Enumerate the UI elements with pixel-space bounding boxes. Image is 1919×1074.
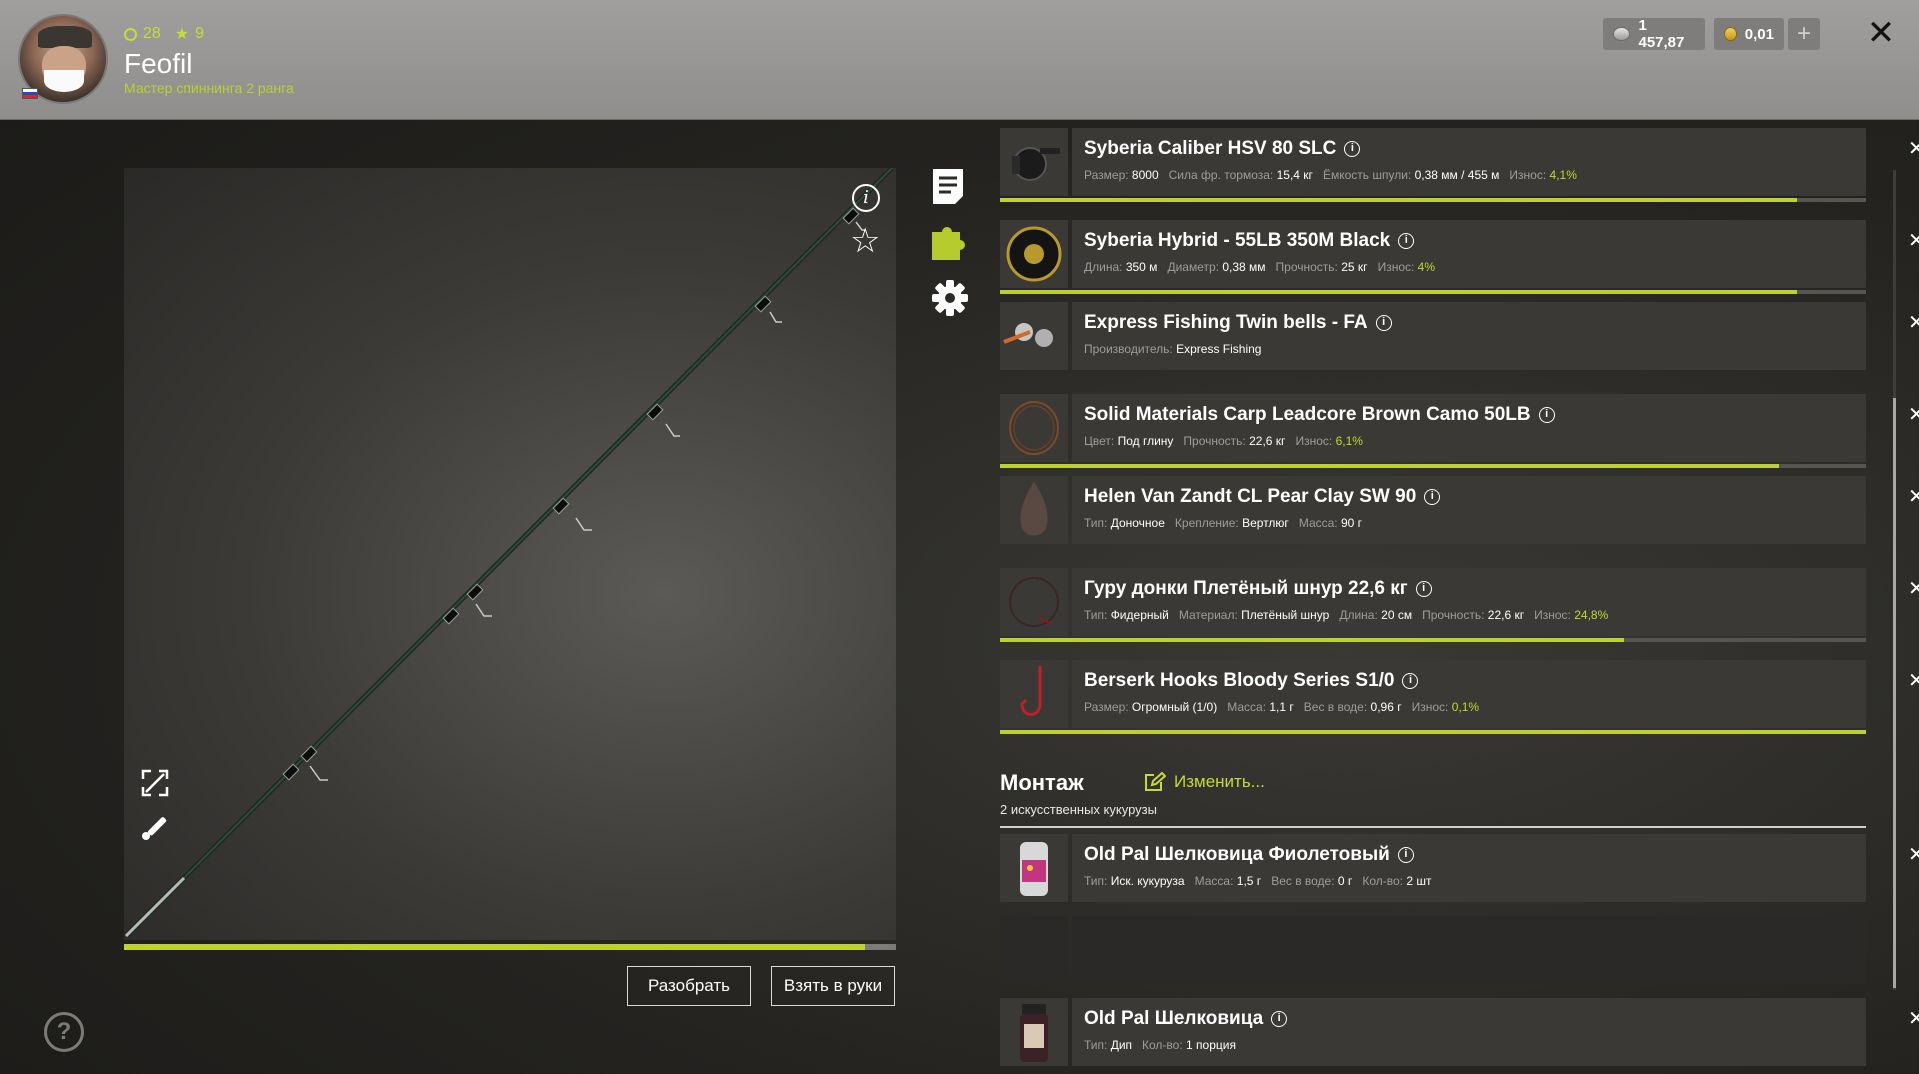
star-icon: ★ — [174, 26, 190, 43]
remove-item-button[interactable]: ✕ — [1908, 484, 1919, 509]
remove-item-button[interactable]: ✕ — [1908, 842, 1919, 867]
rod-wear-bar — [124, 944, 896, 950]
expand-icon[interactable] — [140, 768, 170, 803]
help-icon[interactable]: ? — [44, 1012, 84, 1052]
level-icon — [124, 27, 137, 41]
item-stats: Тип: Иск. кукуруза Масса: 1,5 г Вес в во… — [1084, 874, 1432, 888]
item-stats: Размер: Огромный (1/0) Масса: 1,1 г Вес … — [1084, 700, 1480, 714]
item-title: Solid Materials Carp Leadcore Brown Camo… — [1084, 404, 1555, 426]
remove-item-button[interactable]: ✕ — [1908, 136, 1919, 161]
item-stats: Длина: 350 м Диаметр: 0,38 мм Прочность:… — [1084, 260, 1436, 274]
montage-title: Монтаж — [1000, 770, 1084, 795]
item-wear-bar — [1000, 290, 1866, 294]
equipment-item-reel[interactable]: Syberia Caliber HSV 80 SLC i Размер: 8000… — [1000, 128, 1919, 202]
info-icon[interactable]: i — [1402, 673, 1419, 689]
item-title: Гуру донки Плетёный шнур 22,6 кг i — [1084, 578, 1432, 600]
notes-tab-icon[interactable] — [930, 166, 966, 206]
reel-thumbnail — [1000, 128, 1068, 196]
remove-item-button[interactable]: ✕ — [1908, 576, 1919, 601]
edit-icon — [1145, 772, 1166, 791]
equipment-item-bells[interactable]: Express Fishing Twin bells - FA i Произво… — [1000, 302, 1919, 370]
puzzle-tab-icon[interactable] — [930, 222, 966, 262]
russia-flag-icon — [22, 88, 38, 99]
empty-slot-body — [1072, 916, 1866, 984]
player-level: 28 — [143, 25, 161, 42]
paint-brush-icon[interactable] — [140, 812, 170, 847]
remove-item-button[interactable]: ✕ — [1908, 228, 1919, 253]
item-title: Syberia Caliber HSV 80 SLC i — [1084, 138, 1361, 160]
info-icon[interactable]: i — [1344, 141, 1361, 157]
info-icon[interactable]: i — [1271, 1011, 1288, 1027]
info-icon[interactable]: i — [852, 184, 880, 212]
item-stats: Размер: 8000 Сила фр. тормоза: 15,4 кг Ё… — [1084, 168, 1577, 182]
player-stars: 9 — [195, 25, 205, 42]
leader-thumbnail — [1000, 568, 1068, 636]
remove-item-button[interactable]: ✕ — [1908, 668, 1919, 693]
item-stats: Тип: Дип Кол-во: 1 порция — [1084, 1038, 1236, 1052]
dip-bottle-thumbnail — [1000, 998, 1068, 1066]
item-title: Helen Van Zandt CL Pear Clay SW 90 i — [1084, 486, 1441, 508]
info-icon[interactable]: i — [1538, 407, 1555, 423]
item-title: Berserk Hooks Bloody Series S1/0 i — [1084, 670, 1419, 692]
item-wear-bar — [1000, 198, 1866, 202]
bait-item[interactable]: Old Pal Шелковица i Тип: Дип Кол-во: 1 по… — [1000, 998, 1919, 1066]
item-stats: Цвет: Под глину Прочность: 22,6 кг Износ… — [1084, 434, 1363, 448]
item-stats: Производитель: Express Fishing — [1084, 342, 1262, 356]
disassemble-button[interactable]: Разобрать — [627, 966, 751, 1006]
item-wear-bar — [1000, 638, 1866, 642]
scrollbar-thumb[interactable] — [1893, 398, 1896, 988]
equipment-item-line[interactable]: Syberia Hybrid - 55LB 350M Black i Длина:… — [1000, 220, 1919, 294]
item-wear-bar — [1000, 464, 1866, 468]
favorite-star-icon[interactable]: ☆ — [850, 224, 880, 258]
rod-viewer[interactable] — [124, 168, 896, 940]
rod-illustration — [124, 168, 894, 938]
info-icon[interactable]: i — [1397, 847, 1414, 863]
item-stats: Тип: Доночное Крепление: Вертлюг Масса: … — [1084, 516, 1363, 530]
item-title: Old Pal Шелковица Фиолетовый i — [1084, 844, 1414, 866]
empty-slot-thumbnail — [1000, 916, 1068, 984]
bait-jar-thumbnail — [1000, 834, 1068, 902]
info-icon[interactable]: i — [1415, 581, 1432, 597]
equipment-item-leadcore[interactable]: Solid Materials Carp Leadcore Brown Camo… — [1000, 394, 1919, 468]
gear-tab-icon[interactable] — [930, 278, 968, 318]
equipment-list: Syberia Caliber HSV 80 SLC i Размер: 8000… — [1000, 0, 1919, 1074]
player-rank: Мастер спиннинга 2 ранга — [124, 80, 294, 96]
item-title: Old Pal Шелковица i — [1084, 1008, 1288, 1030]
player-name: Feofil — [124, 48, 193, 79]
equipment-item-sinker[interactable]: Helen Van Zandt CL Pear Clay SW 90 i Тип:… — [1000, 476, 1919, 544]
player-level-row: 28 ★ 9 — [124, 24, 204, 44]
item-title: Syberia Hybrid - 55LB 350M Black i — [1084, 230, 1415, 252]
info-icon[interactable]: i — [1398, 233, 1415, 249]
item-wear-bar — [1000, 730, 1866, 734]
remove-item-button[interactable]: ✕ — [1908, 310, 1919, 335]
montage-divider — [1000, 826, 1866, 828]
equipment-item-leader[interactable]: Гуру донки Плетёный шнур 22,6 кг i Тип: Ф… — [1000, 568, 1919, 642]
remove-item-button[interactable]: ✕ — [1908, 402, 1919, 427]
montage-subtitle: 2 искусственных кукурузы — [1000, 802, 1157, 817]
sinker-thumbnail — [1000, 476, 1068, 544]
leadcore-thumbnail — [1000, 394, 1068, 462]
remove-item-button[interactable]: ✕ — [1908, 1006, 1919, 1031]
info-icon[interactable]: i — [1424, 489, 1441, 505]
item-title: Express Fishing Twin bells - FA i — [1084, 312, 1392, 334]
line-spool-thumbnail — [1000, 220, 1068, 288]
equipment-item-hook[interactable]: Berserk Hooks Bloody Series S1/0 i Размер… — [1000, 660, 1919, 734]
empty-bait-slot[interactable] — [1000, 916, 1866, 984]
info-icon[interactable]: i — [1375, 315, 1392, 331]
item-stats: Тип: Фидерный Материал: Плетёный шнур Дл… — [1084, 608, 1609, 622]
take-in-hands-button[interactable]: Взять в руки — [771, 966, 895, 1006]
montage-edit-link[interactable]: Изменить... — [1144, 772, 1265, 792]
hook-thumbnail — [1000, 660, 1068, 728]
bait-item[interactable]: Old Pal Шелковица Фиолетовый i Тип: Иск. … — [1000, 834, 1919, 902]
bells-thumbnail — [1000, 302, 1068, 370]
rod-wear-fill — [124, 944, 866, 950]
